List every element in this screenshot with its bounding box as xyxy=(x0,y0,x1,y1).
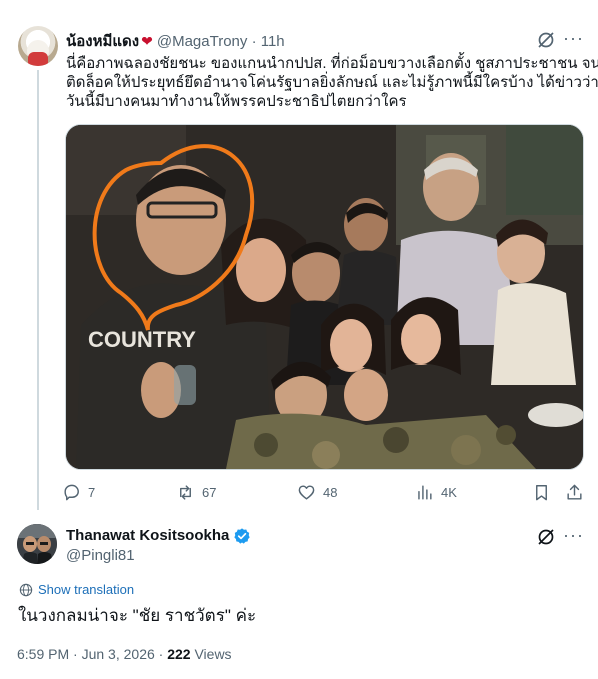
tweet-text-line: นี่คือภาพฉลองชัยชนะ ของแกนนำกปปส. ที่ก่อ… xyxy=(66,55,598,72)
analytics-bar-icon xyxy=(418,484,432,500)
views-label: Views xyxy=(194,646,232,662)
tweet-metadata: 6:59 PM · Jun 3, 2026 · 222 Views xyxy=(17,645,232,663)
show-translation-label: Show translation xyxy=(38,582,135,597)
views-count: 4K xyxy=(441,484,457,500)
separator-dot: · xyxy=(251,33,257,50)
group-photo-illustration: COUNTRY xyxy=(66,125,583,469)
user-handle[interactable]: @Pingli81 xyxy=(66,546,135,566)
verified-badge-icon xyxy=(234,528,251,544)
user-handle[interactable]: @MagaTrony xyxy=(157,33,248,50)
more-options-icon[interactable]: ··· xyxy=(563,29,583,50)
share-icon xyxy=(567,484,582,500)
tweet-time[interactable]: 6:59 PM xyxy=(17,646,69,662)
heart-bow-icon: ❤ xyxy=(141,33,153,49)
separator-dot: · xyxy=(158,646,164,662)
reply-button[interactable]: 7 xyxy=(62,481,95,503)
more-options-icon[interactable]: ··· xyxy=(563,526,583,547)
bear-avatar-dress xyxy=(28,52,48,66)
parent-tweet-header: น้องหมีแดง ❤ @MagaTrony · 11h xyxy=(66,31,285,52)
like-button[interactable]: 48 xyxy=(297,481,337,503)
parent-tweet-text: นี่คือภาพฉลองชัยชนะ ของแกนนำกปปส. ที่ก่อ… xyxy=(66,54,598,111)
repost-button[interactable]: 67 xyxy=(176,481,216,503)
tweet-date[interactable]: Jun 3, 2026 xyxy=(82,646,155,662)
show-translation-link[interactable]: Show translation xyxy=(18,582,134,598)
shirt-print-text: COUNTRY xyxy=(88,327,196,352)
avatar[interactable] xyxy=(18,26,58,66)
heart-icon xyxy=(298,484,315,500)
tweet-text-line: วันนี้มีบางคนมาทำงานให้พรรคประชาธิปไตยกว… xyxy=(66,93,407,110)
display-name[interactable]: Thanawat Kositsookha xyxy=(66,526,229,546)
grok-icon[interactable] xyxy=(536,30,556,50)
main-tweet-author[interactable]: Thanawat Kositsookha xyxy=(66,526,251,546)
reply-icon xyxy=(64,484,79,500)
timestamp[interactable]: 11h xyxy=(261,33,285,50)
parent-tweet-actions: 7 67 48 4K xyxy=(62,481,588,505)
repost-count: 67 xyxy=(202,484,217,500)
share-button[interactable] xyxy=(565,481,591,503)
avatar-photo xyxy=(17,524,57,564)
repost-icon xyxy=(180,484,191,500)
thread-connector-line xyxy=(37,70,39,510)
views-button[interactable]: 4K xyxy=(415,481,457,503)
main-tweet-text: ในวงกลมน่าจะ "ชัย ราชวัตร" ค่ะ xyxy=(18,606,257,625)
reply-count: 7 xyxy=(88,484,96,500)
bookmark-button[interactable] xyxy=(532,481,558,503)
avatar[interactable] xyxy=(17,524,57,564)
display-name[interactable]: น้องหมีแดง xyxy=(66,33,139,50)
bookmark-icon xyxy=(536,484,547,500)
tweet-photo[interactable]: COUNTRY xyxy=(65,124,584,470)
tweet-detail-page: น้องหมีแดง ❤ @MagaTrony · 11h ··· นี่คือภา… xyxy=(0,0,598,679)
separator-dot: · xyxy=(73,646,78,662)
parent-tweet[interactable]: น้องหมีแดง ❤ @MagaTrony · 11h ··· นี่คือภา… xyxy=(0,0,598,510)
views-count: 222 xyxy=(167,646,191,662)
tweet-text-line: ติดล็อคให้ประยุทธ์ยึดอำนาจโค่นรัฐบาลยิ่ง… xyxy=(66,74,598,91)
globe-icon xyxy=(19,583,33,597)
grok-icon[interactable] xyxy=(536,527,556,547)
like-count: 48 xyxy=(323,484,338,500)
